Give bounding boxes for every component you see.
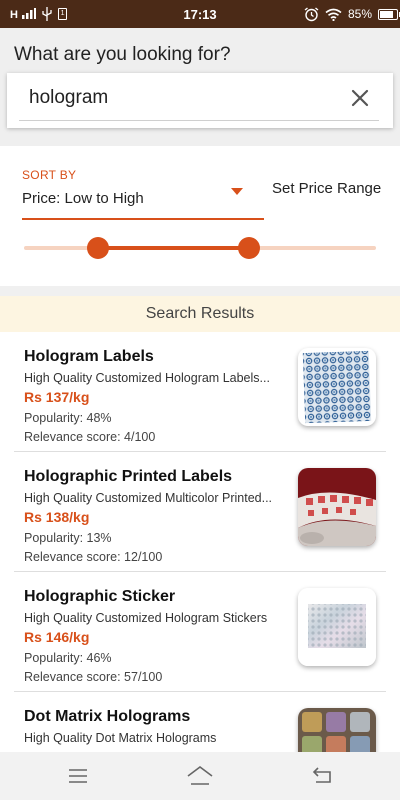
results-header: Search Results: [0, 296, 400, 332]
chevron-down-icon: [231, 188, 243, 195]
product-title: Holographic Printed Labels: [24, 468, 233, 485]
product-image: [298, 708, 376, 752]
search-input[interactable]: [19, 81, 339, 115]
search-card: [7, 73, 393, 128]
product-popularity: Popularity: 48%: [24, 411, 112, 425]
product-popularity: Popularity: 13%: [24, 531, 112, 545]
product-relevance: Relevance score: 57/100: [24, 670, 163, 684]
slider-thumb-min[interactable]: [86, 237, 109, 259]
results-list[interactable]: Hologram Labels High Quality Customized …: [0, 332, 400, 752]
clock: 17:13: [183, 6, 217, 22]
product-image: [298, 588, 376, 666]
filter-card: SORT BY Price: Low to High Set Price Ran…: [0, 146, 400, 286]
status-right: 85%: [304, 6, 400, 22]
battery-percent: 85%: [347, 7, 372, 21]
product-description: High Quality Customized Multicolor Print…: [24, 491, 273, 505]
status-bar: H 1 17:13 85%: [0, 0, 400, 28]
slider-active-range: [97, 246, 250, 250]
list-item[interactable]: Holographic Printed Labels High Quality …: [14, 452, 386, 572]
list-item[interactable]: Hologram Labels High Quality Customized …: [14, 332, 386, 452]
alarm-icon: [304, 6, 319, 21]
product-title: Dot Matrix Holograms: [24, 708, 191, 725]
list-item[interactable]: Holographic Sticker High Quality Customi…: [14, 572, 386, 692]
product-image: [298, 348, 376, 426]
battery-fill: [380, 10, 393, 18]
sort-underline: [22, 218, 264, 220]
product-description: High Quality Customized Hologram Sticker…: [24, 611, 268, 625]
product-price: Rs 138/kg: [24, 509, 90, 525]
search-heading: What are you looking for?: [14, 44, 231, 65]
sim-icon: 1: [58, 8, 68, 20]
home-icon[interactable]: [186, 764, 214, 788]
status-left: H 1: [10, 7, 68, 21]
sort-dropdown[interactable]: Price: Low to High: [22, 186, 264, 220]
system-nav-bar: [0, 752, 400, 800]
product-title: Holographic Sticker: [24, 588, 176, 605]
usb-icon: [42, 7, 52, 21]
product-relevance: Relevance score: 12/100: [24, 550, 163, 564]
product-relevance: Relevance score: 4/100: [24, 430, 156, 444]
sort-label: SORT BY: [22, 168, 77, 182]
product-description: High Quality Customized Hologram Labels.…: [24, 371, 270, 385]
search-header: What are you looking for?: [0, 28, 400, 146]
sort-value: Price: Low to High: [22, 190, 144, 207]
set-price-range-button[interactable]: Set Price Range: [272, 180, 381, 197]
back-icon[interactable]: [310, 764, 334, 788]
menu-icon[interactable]: [66, 764, 90, 788]
signal-icon: H: [10, 7, 37, 21]
product-popularity: Popularity: 46%: [24, 651, 112, 665]
product-title: Hologram Labels: [24, 348, 154, 365]
slider-thumb-max[interactable]: [238, 237, 261, 259]
search-underline: [19, 120, 379, 121]
product-image: [298, 468, 376, 546]
product-price: Rs 146/kg: [24, 629, 90, 645]
product-description: High Quality Dot Matrix Holograms: [24, 731, 217, 745]
wifi-icon: [325, 8, 342, 21]
battery-icon: [378, 8, 400, 20]
product-price: Rs 137/kg: [24, 389, 90, 405]
signal-label: H: [10, 8, 19, 21]
close-icon[interactable]: [349, 87, 371, 109]
list-item[interactable]: Dot Matrix Holograms High Quality Dot Ma…: [14, 692, 386, 752]
price-range-slider[interactable]: [24, 236, 376, 260]
